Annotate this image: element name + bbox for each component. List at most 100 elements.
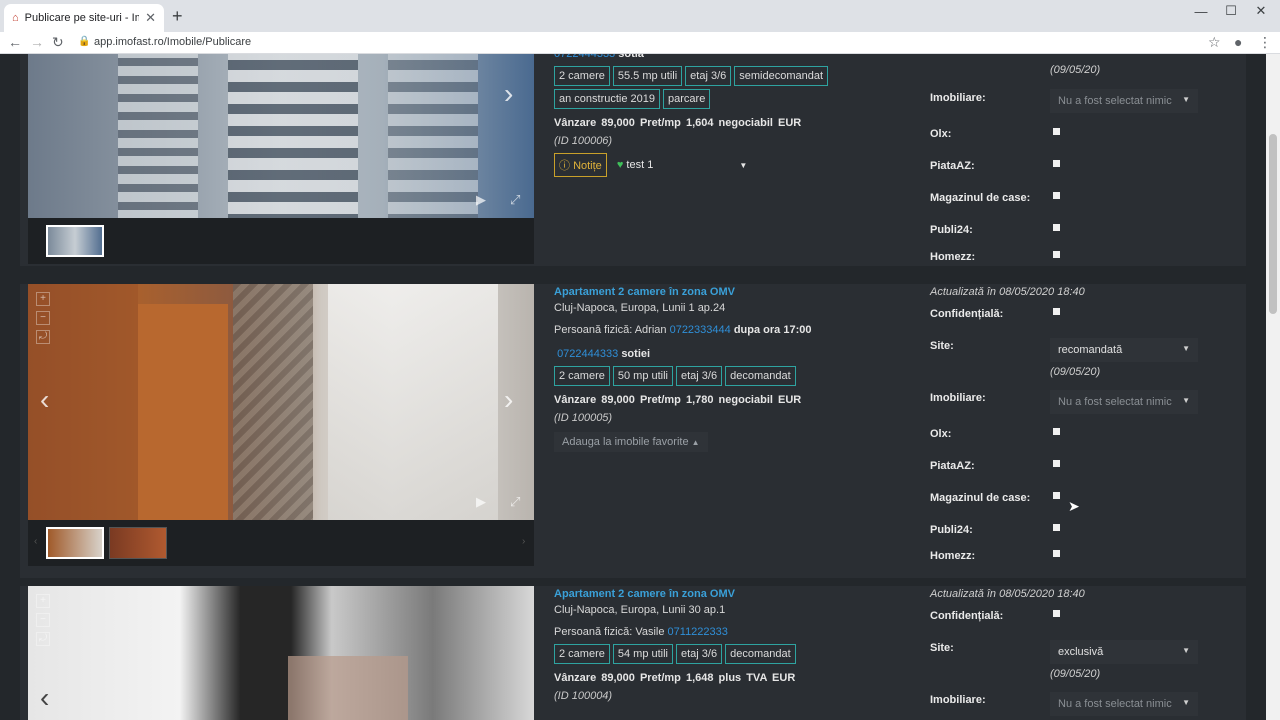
property-tag: parcare: [663, 89, 711, 109]
owner-name: Persoană fizică: Adrian: [554, 324, 667, 336]
profile-icon[interactable]: ●: [1234, 34, 1242, 50]
main-photo[interactable]: › ▶ ⤢: [28, 54, 534, 218]
page-scrollbar[interactable]: [1266, 54, 1280, 720]
publish-panel: Actualizată în 08/05/2020 18:40 Confiden…: [930, 588, 1230, 716]
main-photo[interactable]: + − ⤾ ‹: [28, 586, 534, 720]
site-date: (09/05/20): [1050, 668, 1101, 680]
site-date: (09/05/20): [1050, 64, 1101, 76]
imobiliare-select[interactable]: Nu a fost selectat nimic ▼: [1050, 390, 1198, 414]
magazinul-checkbox[interactable]: [1053, 492, 1060, 499]
publi24-checkbox[interactable]: [1053, 524, 1060, 531]
phone-link[interactable]: 0722333444: [670, 324, 731, 336]
price-line: Vânzare 89,000 Pret/mp 1,648 plus TVA EU…: [554, 672, 796, 684]
tag-list: 2 camere 50 mp utili etaj 3/6 decomandat: [554, 366, 914, 386]
zoom-out-icon[interactable]: −: [36, 311, 50, 325]
property-tag: decomandat: [725, 366, 796, 386]
scroll-thumb[interactable]: [1269, 134, 1277, 314]
homezz-checkbox[interactable]: [1053, 251, 1060, 258]
close-tab-icon[interactable]: ✕: [145, 10, 156, 26]
updated-date: Actualizată în 08/05/2020 18:40: [930, 588, 1085, 600]
site-label: Site:: [930, 642, 954, 654]
site-select[interactable]: exclusivă ▼: [1050, 640, 1198, 664]
photo-gallery: + − ⤾ ‹: [28, 586, 534, 720]
confidential-checkbox[interactable]: [1053, 610, 1060, 617]
piataaz-label: PiataAZ:: [930, 460, 975, 472]
homezz-label: Homezz:: [930, 550, 976, 562]
rotate-icon[interactable]: ⤾: [36, 330, 50, 344]
piataaz-checkbox[interactable]: [1053, 160, 1060, 167]
prev-photo-icon[interactable]: ‹: [40, 384, 49, 416]
menu-dots-icon[interactable]: ⋮: [1258, 34, 1272, 51]
phone-link[interactable]: 0722444333: [557, 348, 618, 360]
play-icon[interactable]: ▶: [476, 192, 486, 208]
property-tag: decomandat: [725, 644, 796, 664]
tag-list: 2 camere 55.5 mp utili etaj 3/6 semidecoman…: [554, 66, 914, 109]
zoom-in-icon[interactable]: +: [36, 594, 50, 608]
magazinul-checkbox[interactable]: [1053, 192, 1060, 199]
rotate-icon[interactable]: ⤾: [36, 632, 50, 646]
close-window-icon[interactable]: ✕: [1246, 0, 1276, 22]
url-text[interactable]: app.imofast.ro/Imobile/Publicare: [94, 36, 251, 48]
property-tag: an constructie 2019: [554, 89, 661, 109]
listing-info: 0722444333 sotia 2 camere 55.5 mp utili et…: [554, 54, 914, 177]
listing-info: Apartament 2 camere în zona OMV Cluj-Nap…: [554, 588, 914, 702]
olx-checkbox[interactable]: [1053, 128, 1060, 135]
imobiliare-select[interactable]: Nu a fost selectat nimic ▼: [1050, 692, 1198, 716]
next-photo-icon[interactable]: ›: [504, 384, 513, 416]
phone-note: sotiei: [621, 348, 651, 360]
listing-id: (ID 100004): [554, 690, 613, 702]
listing-id: (ID 100005): [554, 412, 613, 424]
phone-link[interactable]: 0711222333: [668, 626, 728, 638]
homezz-checkbox[interactable]: [1053, 550, 1060, 557]
listing-title[interactable]: Apartament 2 camere în zona OMV: [554, 588, 914, 600]
imobiliare-select[interactable]: Nu a fost selectat nimic ▼: [1050, 89, 1198, 113]
listing-title[interactable]: Apartament 2 camere în zona OMV: [554, 286, 914, 298]
main-photo[interactable]: + − ⤾ ‹ › ▶ ⤢: [28, 284, 534, 520]
back-icon[interactable]: ←: [8, 34, 22, 50]
piataaz-checkbox[interactable]: [1053, 460, 1060, 467]
zoom-out-icon[interactable]: −: [36, 613, 50, 627]
browser-tab[interactable]: ⌂ Publicare pe site-uri - ImoFast ✕: [4, 4, 164, 32]
prev-photo-icon[interactable]: ‹: [40, 682, 49, 714]
property-tag: 50 mp utili: [612, 366, 673, 386]
publi24-checkbox[interactable]: [1053, 224, 1060, 231]
listing-address: Cluj-Napoca, Europa, Lunii 30 ap.1: [554, 604, 726, 616]
fullscreen-icon[interactable]: ⤢: [510, 192, 520, 208]
chevron-down-icon: ▼: [1182, 396, 1190, 405]
thumbnail[interactable]: [46, 225, 104, 257]
listing-address: Cluj-Napoca, Europa, Lunii 1 ap.24: [554, 302, 726, 314]
thumbnail-strip: ‹ ›: [28, 520, 534, 566]
site-select[interactable]: recomandată ▼: [1050, 338, 1198, 362]
thumbnail[interactable]: [109, 527, 167, 559]
bookmark-star-icon[interactable]: ☆: [1208, 34, 1221, 51]
imobiliare-label: Imobiliare:: [930, 92, 986, 104]
new-tab-icon[interactable]: +: [172, 6, 183, 27]
next-photo-icon[interactable]: ›: [504, 78, 513, 110]
play-icon[interactable]: ▶: [476, 494, 486, 510]
price-line: Vânzare 89,000 Pret/mp 1,780 negociabil …: [554, 394, 802, 406]
confidential-checkbox[interactable]: [1053, 308, 1060, 315]
favorite-list-select[interactable]: ♥ test 1 ▼: [617, 159, 747, 171]
maximize-icon[interactable]: ☐: [1216, 0, 1246, 22]
chevron-down-icon: ▼: [739, 161, 748, 170]
page-content: › ▶ ⤢ 0722444333 sotia 2 camere 55.5 mp u…: [0, 54, 1266, 720]
caret-up-icon: ▲: [691, 438, 700, 447]
thumbs-next-icon[interactable]: ›: [522, 536, 525, 547]
thumbnail[interactable]: [46, 527, 104, 559]
forward-icon[interactable]: →: [30, 34, 44, 50]
add-favorite-button[interactable]: Adauga la imobile favorite ▲: [554, 432, 708, 452]
site-date: (09/05/20): [1050, 366, 1101, 378]
olx-checkbox[interactable]: [1053, 428, 1060, 435]
reload-icon[interactable]: ↻: [52, 34, 64, 51]
fullscreen-icon[interactable]: ⤢: [510, 494, 520, 510]
notes-button[interactable]: ⓘ Notițe: [554, 153, 607, 177]
chevron-down-icon: ▼: [1182, 698, 1190, 707]
chevron-down-icon: ▼: [1182, 95, 1190, 104]
thumbs-prev-icon[interactable]: ‹: [34, 536, 37, 547]
property-tag: etaj 3/6: [676, 644, 723, 664]
zoom-in-icon[interactable]: +: [36, 292, 50, 306]
minimize-icon[interactable]: —: [1186, 0, 1216, 22]
listing-info: Apartament 2 camere în zona OMV Cluj-Nap…: [554, 286, 914, 452]
confidential-label: Confidențială:: [930, 610, 1004, 622]
listing-id: (ID 100006): [554, 135, 613, 147]
